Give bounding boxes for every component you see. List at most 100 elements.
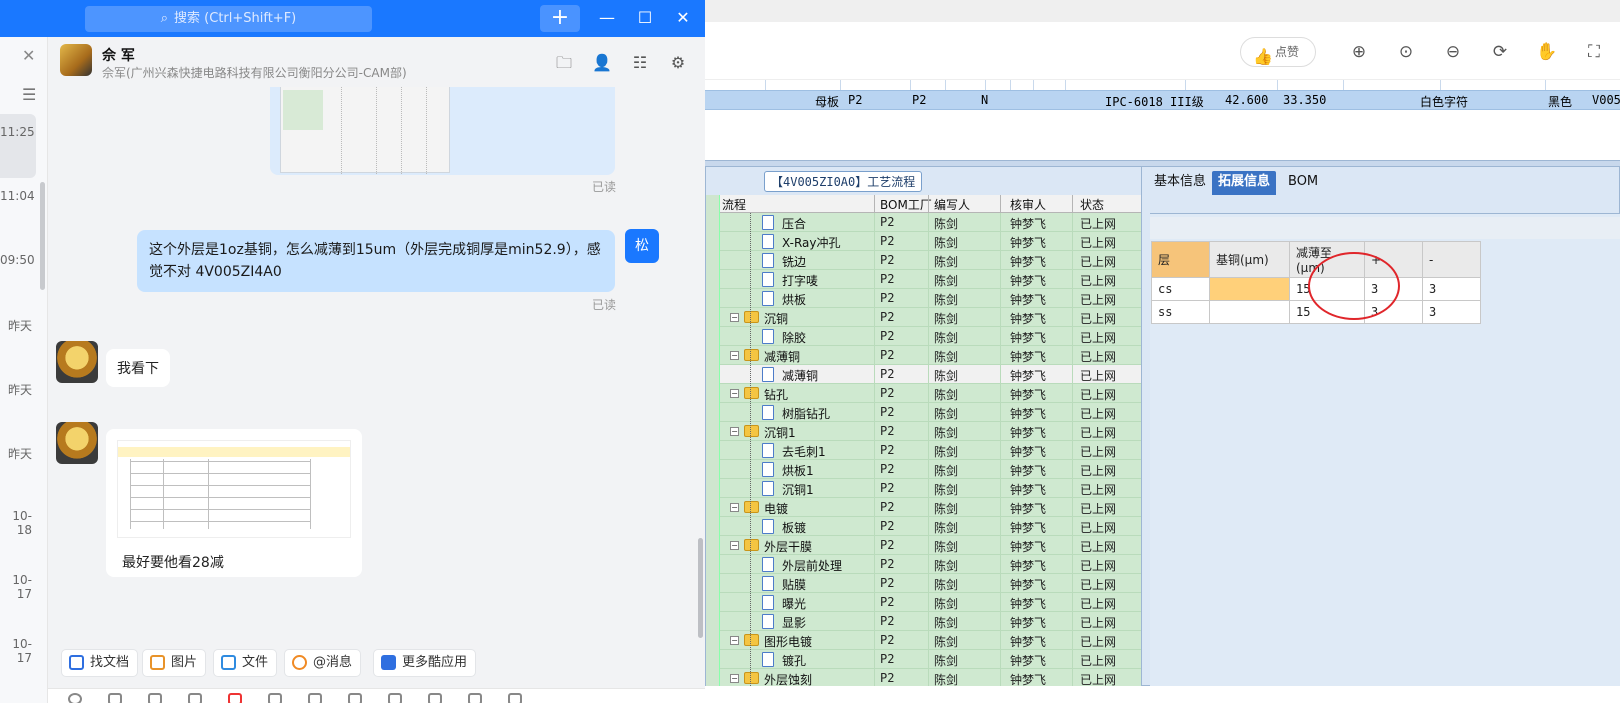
column-header[interactable]: 编写人 xyxy=(934,196,970,213)
collapse-icon[interactable]: − xyxy=(730,389,739,398)
process-row[interactable]: X-Ray冲孔 P2 陈剑 钟梦飞 已上网 xyxy=(720,232,1145,251)
like-button[interactable]: 👍 点赞 xyxy=(1240,37,1316,67)
outgoing-message[interactable]: 这个外层是1oz基铜，怎么减薄到15um（外层完成铜厚是min52.9），感觉不… xyxy=(137,230,615,292)
column-header[interactable]: BOM工厂 xyxy=(880,196,932,213)
add-button[interactable]: + xyxy=(540,5,580,32)
session-time[interactable]: 11:25 xyxy=(0,125,35,139)
session-time[interactable]: 11:04 xyxy=(0,189,35,203)
mail-icon[interactable] xyxy=(508,693,522,703)
column-header[interactable]: 核审人 xyxy=(1010,196,1046,213)
link-icon[interactable] xyxy=(428,693,442,703)
close-icon[interactable]: ✕ xyxy=(22,46,35,65)
close-button[interactable]: ✕ xyxy=(672,7,694,29)
find-doc-button[interactable]: 找文档 xyxy=(61,649,139,677)
process-row[interactable]: − 电镀 P2 陈剑 钟梦飞 已上网 xyxy=(720,498,1145,517)
session-time[interactable]: 10-17 xyxy=(0,637,32,665)
process-row[interactable]: − 钻孔 P2 陈剑 钟梦飞 已上网 xyxy=(720,384,1145,403)
search-history-icon[interactable]: ☷ xyxy=(629,52,651,74)
hand-icon[interactable]: ✋ xyxy=(1536,41,1558,63)
add-member-icon[interactable]: 👤 xyxy=(591,52,613,74)
edit-icon[interactable] xyxy=(188,693,202,703)
collapse-icon[interactable]: − xyxy=(730,503,739,512)
like-icon[interactable] xyxy=(108,693,122,703)
process-row[interactable]: 外层前处理 P2 陈剑 钟梦飞 已上网 xyxy=(720,555,1145,574)
collapse-icon[interactable]: − xyxy=(730,674,739,683)
session-time[interactable]: 昨天 xyxy=(0,445,32,462)
process-row[interactable]: 树脂钻孔 P2 陈剑 钟梦飞 已上网 xyxy=(720,403,1145,422)
process-row-selected[interactable]: 减薄铜 P2 陈剑 钟梦飞 已上网 xyxy=(720,365,1145,384)
folder-icon[interactable] xyxy=(268,693,282,703)
lightning-icon[interactable] xyxy=(388,693,402,703)
left-collapsed-panel[interactable] xyxy=(706,195,720,687)
zoom-out-icon[interactable]: ⊖ xyxy=(1442,41,1464,63)
actual-size-icon[interactable]: ⊙ xyxy=(1395,41,1417,63)
process-row[interactable]: − 外层干膜 P2 陈剑 钟梦飞 已上网 xyxy=(720,536,1145,555)
process-row[interactable]: 烘板1 P2 陈剑 钟梦飞 已上网 xyxy=(720,460,1145,479)
column-header[interactable]: 基铜(μm) xyxy=(1209,241,1290,278)
image-button[interactable]: 图片 xyxy=(142,649,207,677)
process-row[interactable]: 除胶 P2 陈剑 钟梦飞 已上网 xyxy=(720,327,1145,346)
collapse-icon[interactable]: − xyxy=(730,541,739,550)
process-row[interactable]: 显影 P2 陈剑 钟梦飞 已上网 xyxy=(720,612,1145,631)
folder-icon[interactable]: 🗀 xyxy=(553,52,575,74)
table-row-selected[interactable]: 母板 P2 P2 N IPC-6018 III级 42.600 33.350 白… xyxy=(705,90,1620,110)
process-row[interactable]: 镀孔 P2 陈剑 钟梦飞 已上网 xyxy=(720,650,1145,669)
clock-icon[interactable] xyxy=(468,693,482,703)
search-input[interactable]: ⌕ 搜索 (Ctrl+Shift+F) xyxy=(85,6,372,32)
avatar[interactable] xyxy=(56,422,98,464)
process-row[interactable]: 贴膜 P2 陈剑 钟梦飞 已上网 xyxy=(720,574,1145,593)
collapse-icon[interactable]: − xyxy=(730,313,739,322)
process-row[interactable]: 烘板 P2 陈剑 钟梦飞 已上网 xyxy=(720,289,1145,308)
process-row[interactable]: − 沉铜1 P2 陈剑 钟梦飞 已上网 xyxy=(720,422,1145,441)
process-row[interactable]: 曝光 P2 陈剑 钟梦飞 已上网 xyxy=(720,593,1145,612)
avatar[interactable] xyxy=(60,44,92,76)
gear-icon[interactable]: ⚙ xyxy=(667,52,689,74)
check-icon[interactable] xyxy=(348,693,362,703)
table-cell[interactable]: ss xyxy=(1151,300,1210,324)
fit-screen-icon[interactable]: ⛶ xyxy=(1583,41,1605,63)
collapse-icon[interactable]: − xyxy=(730,636,739,645)
collapse-icon[interactable]: − xyxy=(730,351,739,360)
tab-extended-info[interactable]: 拓展信息 xyxy=(1212,171,1277,195)
zoom-in-icon[interactable]: ⊕ xyxy=(1348,41,1370,63)
minimize-button[interactable]: — xyxy=(596,7,618,29)
process-row[interactable]: 打字唛 P2 陈剑 钟梦飞 已上网 xyxy=(720,270,1145,289)
image-message[interactable] xyxy=(270,87,615,175)
session-time[interactable]: 09:50 xyxy=(0,253,35,267)
file-button[interactable]: 文件 xyxy=(213,649,278,677)
process-row[interactable]: 板镀 P2 陈剑 钟梦飞 已上网 xyxy=(720,517,1145,536)
list-menu-icon[interactable]: ☰ xyxy=(22,85,36,104)
maximize-button[interactable]: ☐ xyxy=(634,7,656,29)
my-avatar[interactable]: 松 xyxy=(625,229,659,263)
column-header[interactable]: 层 xyxy=(1151,241,1210,278)
process-row[interactable]: − 沉铜 P2 陈剑 钟梦飞 已上网 xyxy=(720,308,1145,327)
session-time[interactable]: 昨天 xyxy=(0,381,32,398)
calendar-icon[interactable] xyxy=(308,693,322,703)
column-header[interactable]: - xyxy=(1422,241,1481,278)
rotate-icon[interactable]: ⟳ xyxy=(1489,41,1511,63)
table-cell[interactable]: cs xyxy=(1151,277,1210,301)
session-item-selected[interactable] xyxy=(0,114,36,178)
more-apps-button[interactable]: 更多酷应用 xyxy=(373,649,477,677)
process-row[interactable]: 压合 P2 陈剑 钟梦飞 已上网 xyxy=(720,213,1145,232)
session-time[interactable]: 10-17 xyxy=(0,573,32,601)
process-row[interactable]: 沉铜1 P2 陈剑 钟梦飞 已上网 xyxy=(720,479,1145,498)
column-header[interactable]: 状态 xyxy=(1080,196,1104,213)
collapse-icon[interactable]: − xyxy=(730,427,739,436)
process-row[interactable]: − 图形电镀 P2 陈剑 钟梦飞 已上网 xyxy=(720,631,1145,650)
column-header[interactable]: 流程 xyxy=(722,196,746,213)
session-time[interactable]: 10-18 xyxy=(0,509,32,537)
contact-name[interactable]: 佘 军 xyxy=(102,45,135,65)
table-cell[interactable]: 3 xyxy=(1422,277,1481,301)
incoming-message[interactable]: 我看下 xyxy=(106,349,170,387)
document-image[interactable] xyxy=(117,440,351,538)
avatar[interactable] xyxy=(56,341,98,383)
tab-bom[interactable]: BOM xyxy=(1282,171,1324,195)
table-cell[interactable]: 3 xyxy=(1422,300,1481,324)
doc-icon[interactable] xyxy=(228,693,242,703)
process-row[interactable]: − 减薄铜 P2 陈剑 钟梦飞 已上网 xyxy=(720,346,1145,365)
incoming-image-message[interactable]: 最好要他看28减 xyxy=(106,429,362,577)
table-cell[interactable] xyxy=(1209,277,1290,301)
scissors-icon[interactable] xyxy=(148,693,162,703)
process-row[interactable]: 铣边 P2 陈剑 钟梦飞 已上网 xyxy=(720,251,1145,270)
